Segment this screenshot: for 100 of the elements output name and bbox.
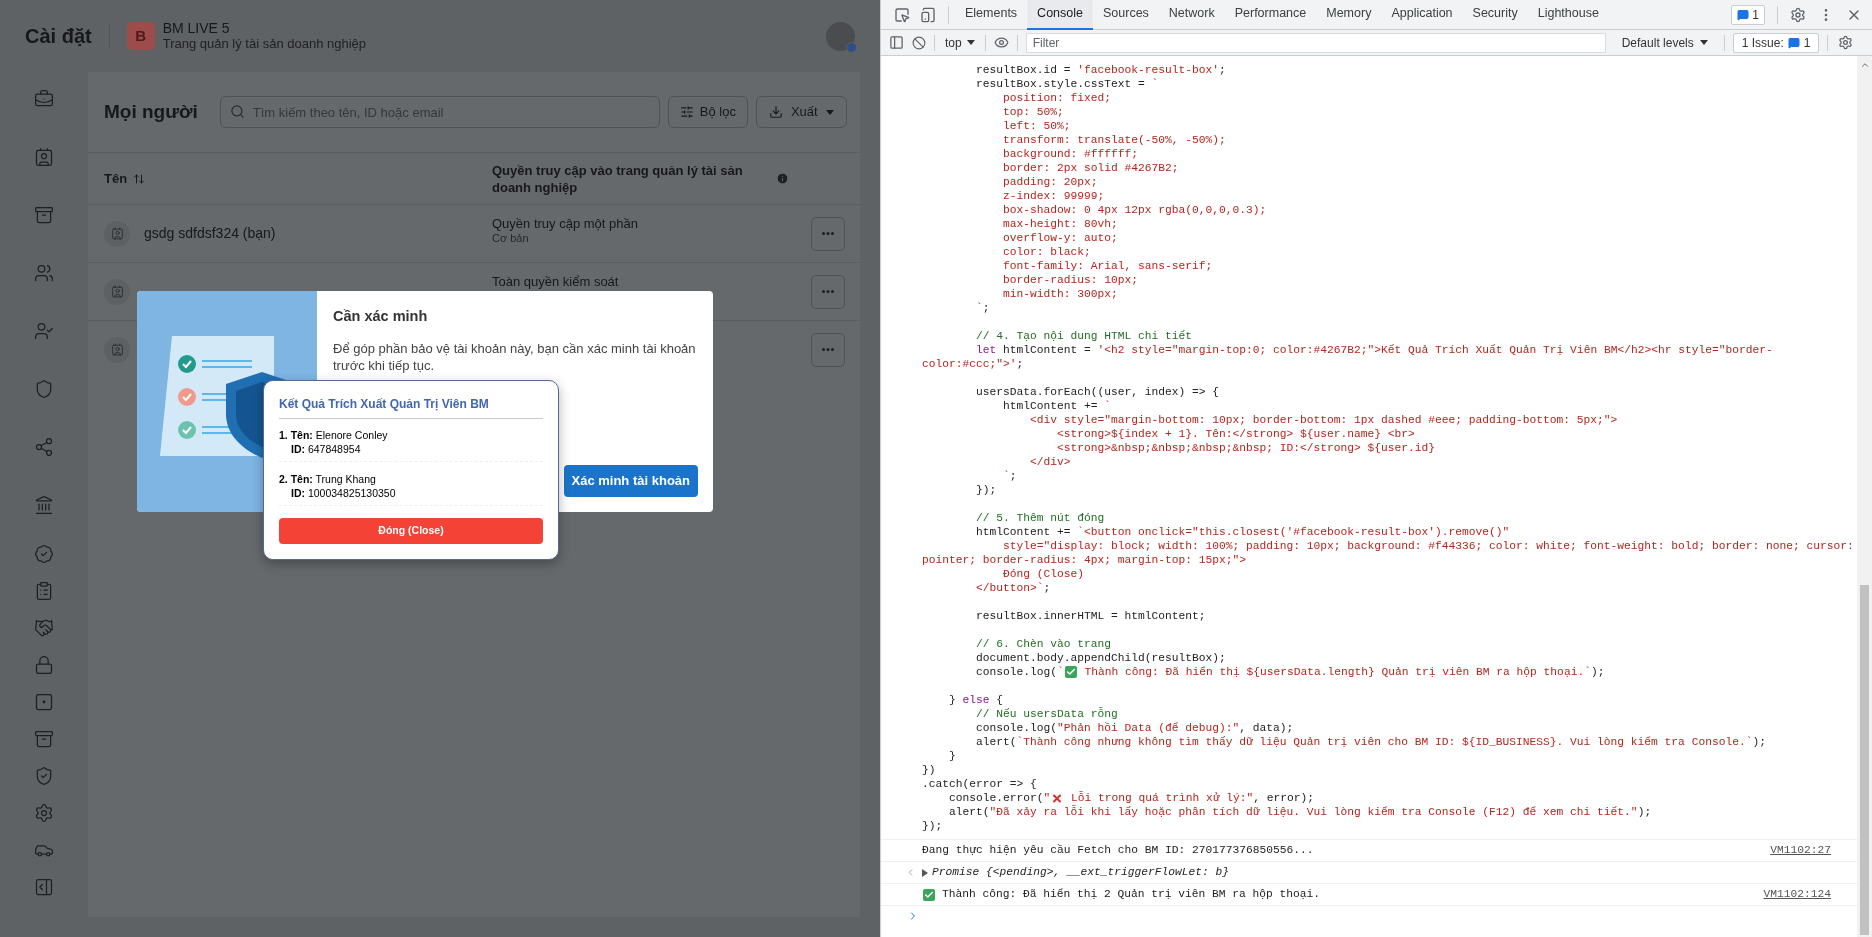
info-icon[interactable]: [776, 172, 789, 185]
column-header: Quyền truy cập vào trang quản lý tài sản doanh nghiệp: [492, 161, 744, 196]
more-button[interactable]: [811, 274, 845, 309]
source-link[interactable]: VM1102:27: [1770, 842, 1831, 859]
person-avatar: [104, 220, 130, 247]
messages-badge[interactable]: 1: [1731, 4, 1765, 25]
code-line: document.body.appendChild(resultBox);: [975, 651, 1226, 665]
code-line: <strong>${index + 1}. Tên:</strong> ${user.name} <br>: [1056, 427, 1415, 441]
devtools-tab[interactable]: Application: [1381, 0, 1463, 30]
devtools-tab[interactable]: Performance: [1224, 0, 1317, 30]
filter-field[interactable]: Filter: [1025, 32, 1606, 53]
inspect-icon[interactable]: [894, 6, 910, 23]
code-text: Thành công: Đã hiển thị ${usersData.length} Quản trị viên BM ra hộp thoại.`);: [1083, 665, 1605, 679]
code-line: resultBox.innerHTML = htmlContent;: [975, 609, 1206, 623]
more-button[interactable]: [811, 332, 845, 367]
code-line: box-shadow: 0 4px 12px rgba(0,0,0,0.3);: [1002, 203, 1267, 217]
code-line: console.log("Phản hồi Data (để debug):", data);: [975, 721, 1294, 735]
code-line: style="display: block; width: 100%; padding: 10px; background: #f44336; color: white; font-weight: bold; border: none; cursor:: [1002, 539, 1854, 553]
devtools-tab[interactable]: Security: [1462, 0, 1528, 30]
code-line: // 5. Thêm nút đóng: [975, 511, 1105, 525]
contact-card-icon[interactable]: [34, 147, 54, 167]
settings-icon[interactable]: [1790, 6, 1806, 23]
handshake-icon[interactable]: [34, 618, 54, 638]
settings-icon[interactable]: [1838, 35, 1854, 50]
code-line: .catch(error => {: [922, 777, 1037, 791]
console-message: Đang thực hiện yêu cầu Fetch cho BM ID: 270177376850556...: [922, 843, 1314, 859]
code-line: color: black;: [1002, 245, 1091, 259]
expand-triangle-icon[interactable]: [922, 868, 928, 877]
code-line: htmlContent += `<button onclick="this.closest('#facebook-result-box').remove()": [975, 525, 1510, 539]
console-message: Promise {<pending>, __ext_triggerFlowLet: b}: [932, 865, 1230, 881]
more-button[interactable]: [811, 216, 845, 251]
business-name: BM LIVE 5: [162, 20, 231, 36]
devtools-tab[interactable]: Lighthouse: [1527, 0, 1609, 30]
lock-icon[interactable]: [34, 655, 54, 675]
code-line: <div style="margin-bottom: 10px; border-bottom: 1px dashed #eee; padding-bottom: 5px;">: [1029, 413, 1618, 427]
people-icon[interactable]: [34, 263, 54, 283]
archive-icon[interactable]: [34, 729, 54, 749]
archive-icon[interactable]: [34, 205, 54, 225]
clipboard-icon[interactable]: [34, 581, 54, 601]
code-line: padding: 20px;: [1002, 175, 1098, 189]
devtools-tab[interactable]: Memory: [1316, 0, 1382, 30]
devtools-tab[interactable]: Elements: [955, 0, 1028, 30]
scrollbar-thumb[interactable]: [1860, 585, 1869, 935]
scrollbar[interactable]: [1857, 56, 1872, 937]
access-level: Quyền truy cập một phần: [492, 216, 639, 231]
admin-id: ID: 100034825130350: [290, 486, 397, 500]
code-line: pointer; border-radius: 4px; margin-top: 15px;">: [922, 553, 1247, 567]
code-line: border: 2px solid #4267B2;: [1002, 161, 1179, 175]
sort-icon[interactable]: [133, 172, 146, 185]
caret-icon: [966, 40, 975, 45]
code-text: Lỗi trong quá trình xử lý:", error);: [1070, 791, 1315, 805]
code-line: } else {: [948, 693, 1004, 707]
badge-check-icon[interactable]: [34, 544, 54, 564]
nodes-icon[interactable]: [34, 437, 54, 457]
search-icon: [229, 104, 245, 119]
eye-icon[interactable]: [993, 35, 1009, 50]
code-line: background: #ffffff;: [1002, 147, 1139, 161]
code-line: // 4. Tạo nội dung HTML chi tiết: [975, 329, 1193, 343]
verify-account-button[interactable]: Xác minh tài khoản: [563, 465, 698, 497]
devtools-tab[interactable]: Network: [1158, 0, 1225, 30]
levels-select[interactable]: Default levels: [1613, 33, 1716, 52]
code-line: top: 50%;: [1002, 105, 1064, 119]
panel-icon[interactable]: [34, 877, 54, 897]
message-icon: [1737, 8, 1750, 21]
console-message: Thành công: Đã hiển thị 2 Quản trị viên BM ra hộp thoại.: [942, 887, 1321, 903]
user-check-icon[interactable]: [34, 321, 54, 341]
devtools-tab[interactable]: Console: [1027, 0, 1093, 30]
settings-icon[interactable]: [34, 803, 54, 823]
code-line: color:#ccc;">';: [922, 357, 1024, 371]
shield-check-icon[interactable]: [34, 766, 54, 786]
bank-icon[interactable]: [34, 495, 54, 515]
devtools-tab[interactable]: Sources: [1093, 0, 1159, 30]
sidebar-toggle-icon[interactable]: [889, 35, 904, 50]
code-line: let htmlContent = '<h2 style="margin-top:0; color:#4267B2;">Kết Quả Trích Xuất Quản Trị Viên BM</h2><hr style="border-: [975, 343, 1773, 357]
cross-mark-icon: [1051, 792, 1064, 804]
issues-button[interactable]: 1 Issue: 1: [1732, 32, 1820, 53]
code-line: }): [922, 763, 936, 777]
business-subtitle: Trang quản lý tài sản doanh nghiệp: [162, 36, 367, 52]
more-icon: [822, 348, 834, 351]
code-line: });: [922, 819, 943, 833]
access-level: Toàn quyền kiểm soát: [492, 274, 620, 289]
caret-icon: [1699, 40, 1708, 45]
code-line: resultBox.id = 'facebook-result-box';: [975, 63, 1226, 77]
code-line: <strong>&nbsp;&nbsp;&nbsp;&nbsp; ID:</strong> ${user.id}: [1056, 441, 1436, 455]
briefcase-icon[interactable]: [34, 89, 54, 109]
code-line: Đóng (Close): [1002, 567, 1085, 581]
close-button[interactable]: Đóng (Close): [279, 518, 543, 544]
scroll-up-icon[interactable]: [1859, 60, 1870, 70]
code-line: border-radius: 10px;: [1002, 273, 1139, 287]
code-line: max-height: 80vh;: [1002, 217, 1118, 231]
source-link[interactable]: VM1102:124: [1763, 886, 1831, 903]
person-avatar: [104, 336, 130, 363]
result-title: Kết Quả Trích Xuất Quản Trị Viên BM: [279, 396, 490, 412]
shield-icon[interactable]: [34, 379, 54, 399]
person-avatar: [104, 278, 130, 305]
clear-console-icon[interactable]: [912, 35, 926, 50]
code-line: </button>`;: [975, 581, 1051, 595]
device-icon[interactable]: [920, 6, 936, 23]
context-select[interactable]: top: [943, 33, 977, 52]
code-text: console.error(": [948, 791, 1051, 805]
